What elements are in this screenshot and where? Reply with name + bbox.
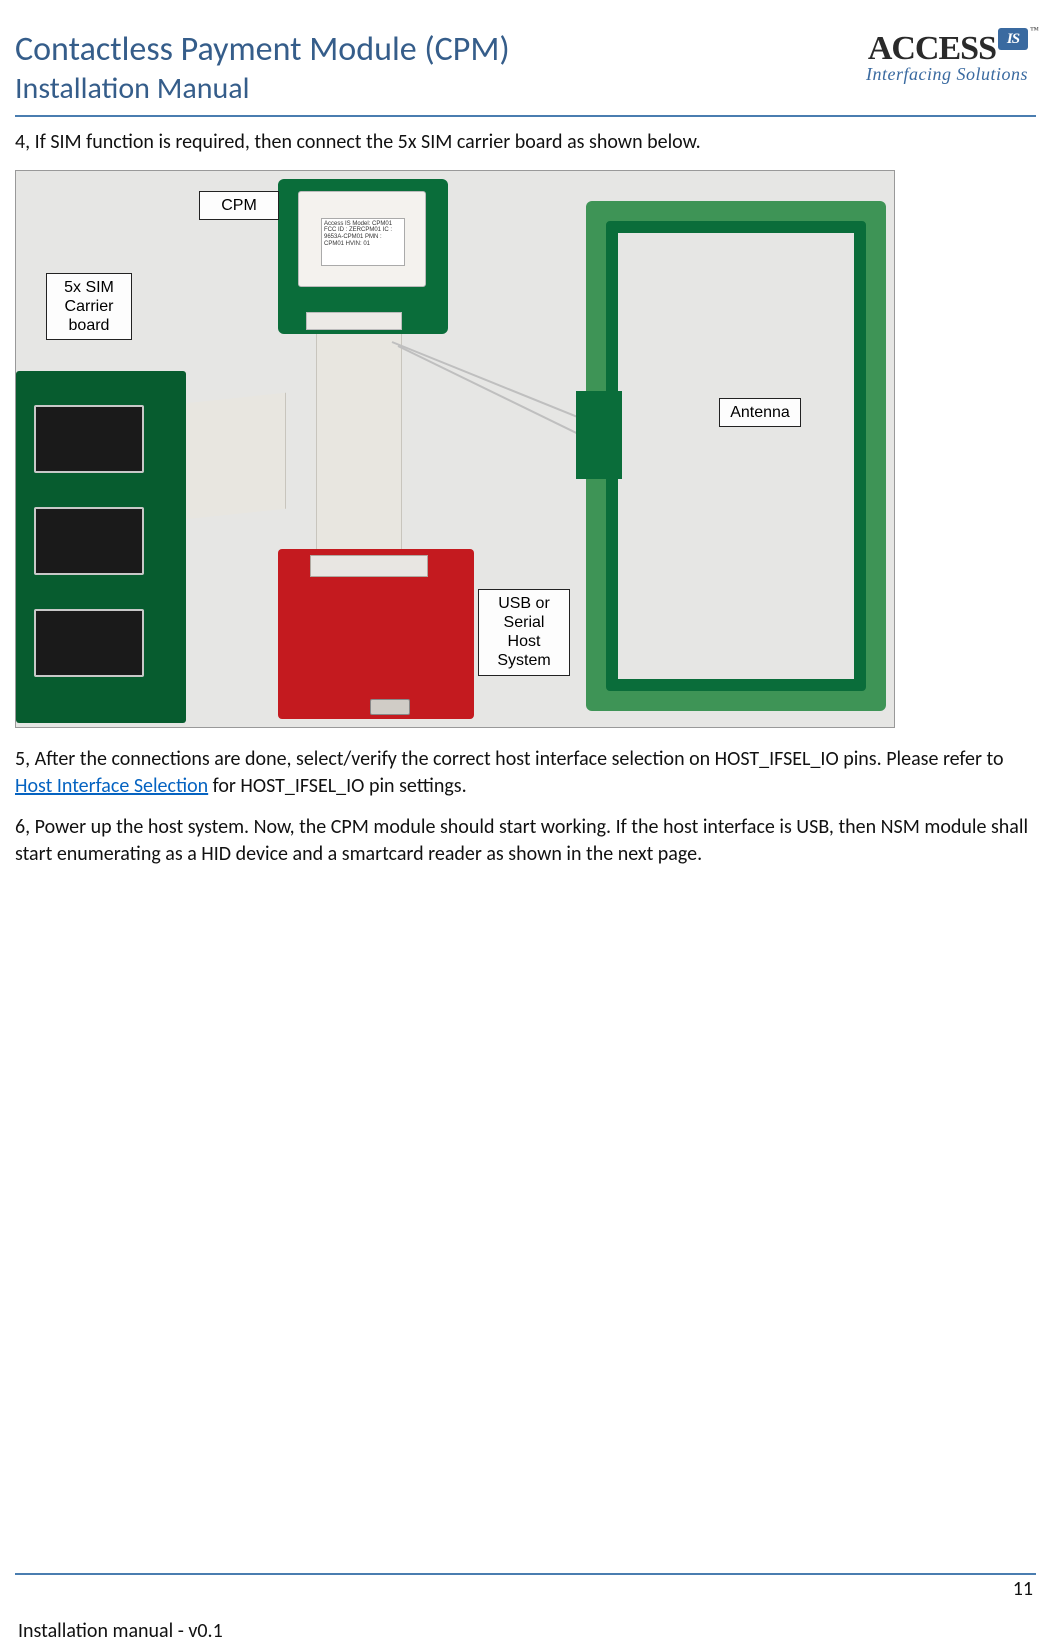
callout-host-system: USB or Serial Host System: [478, 589, 570, 676]
host-board-graphic: [278, 549, 474, 719]
brand-tm: ™: [1030, 26, 1038, 35]
ribbon-cable-graphic: [316, 333, 402, 553]
step-4-text: 4, If SIM function is required, then con…: [15, 129, 1036, 156]
sim-carrier-board-graphic: [16, 371, 186, 723]
footer-version: Installation manual - v0.1: [18, 1619, 223, 1643]
callout-antenna: Antenna: [719, 398, 801, 427]
brand-logo: Access IS ™ Interfacing Solutions: [866, 32, 1036, 85]
step-5-post: for HOST_IFSEL_IO pin settings.: [208, 774, 467, 798]
cpm-board-graphic: Access IS Model: CPM01 FCC ID : ZERCPM01…: [278, 179, 448, 334]
callout-sim-carrier: 5x SIM Carrier board: [46, 273, 132, 341]
page-header: Contactless Payment Module (CPM) Install…: [15, 30, 1036, 117]
brand-logo-main: Access IS ™: [868, 32, 1036, 66]
step-5-text: 5, After the connections are done, selec…: [15, 746, 1036, 800]
doc-subtitle: Installation Manual: [15, 71, 510, 107]
step-6-text: 6, Power up the host system. Now, the CP…: [15, 814, 1036, 868]
cpm-label-sticker: Access IS Model: CPM01 FCC ID : ZERCPM01…: [321, 218, 405, 266]
step-5-pre: 5, After the connections are done, selec…: [15, 747, 1004, 771]
footer-rule: [15, 1573, 1036, 1575]
doc-title: Contactless Payment Module (CPM): [15, 30, 510, 71]
brand-tagline: Interfacing Solutions: [866, 64, 1028, 85]
brand-badge: IS: [998, 28, 1028, 50]
coax-wire-graphic: [398, 345, 602, 446]
host-interface-selection-link[interactable]: Host Interface Selection: [15, 774, 208, 798]
antenna-board-graphic: [586, 201, 886, 711]
page-number: 11: [1013, 1577, 1033, 1601]
coax-wire-graphic: [392, 341, 606, 429]
brand-text: Access: [868, 32, 996, 66]
title-block: Contactless Payment Module (CPM) Install…: [15, 30, 510, 107]
connection-diagram: Access IS Model: CPM01 FCC ID : ZERCPM01…: [15, 170, 895, 728]
callout-cpm: CPM: [199, 191, 279, 220]
